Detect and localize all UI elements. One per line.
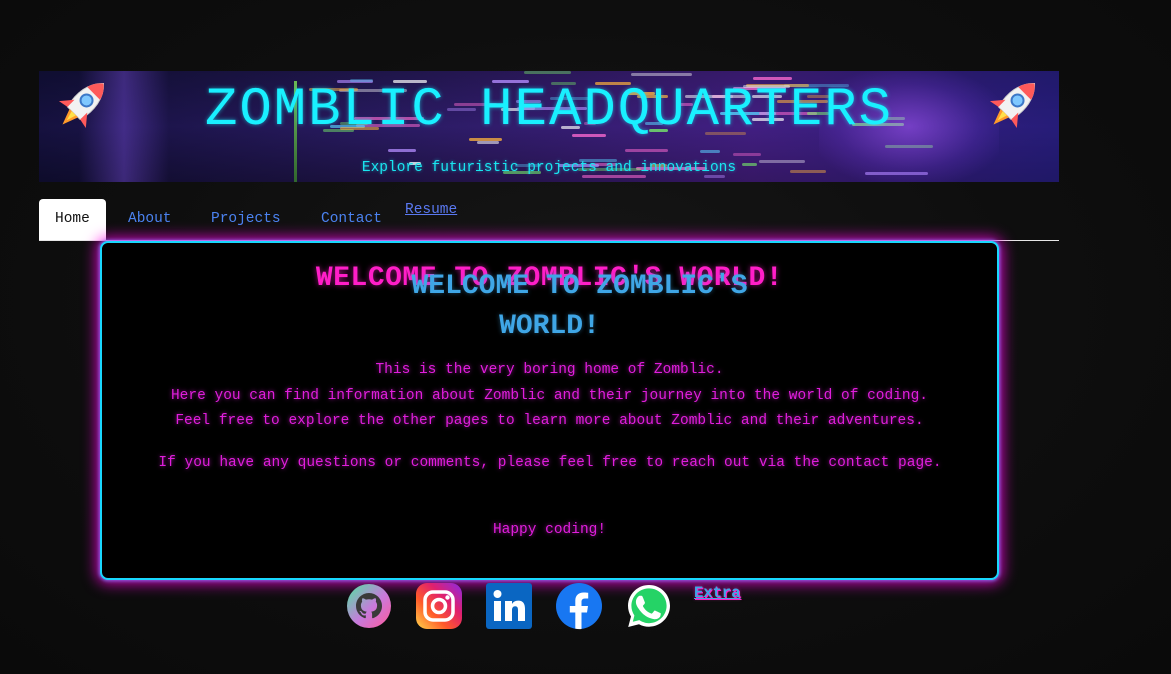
welcome-heading-cyan-line2: WORLD! — [499, 311, 600, 342]
instagram-icon[interactable] — [415, 582, 463, 630]
site-title: ZOMBLIC HEADQUARTERS — [204, 80, 894, 141]
banner-code-streak — [524, 71, 571, 74]
nav-tab-projects[interactable]: Projects — [211, 199, 281, 240]
banner-code-streak — [388, 149, 416, 152]
banner-code-streak — [477, 141, 499, 144]
banner-code-streak — [625, 149, 668, 152]
nav-link-resume[interactable]: Resume — [405, 190, 457, 231]
header-banner: ZOMBLIC HEADQUARTERS Explore futuristic … — [39, 71, 1059, 182]
extra-link[interactable]: Extra — [694, 584, 741, 602]
whatsapp-icon[interactable] — [625, 582, 673, 630]
rocket-icon — [989, 82, 1036, 129]
welcome-card: WELCOME TO ZOMBLIC'S WORLD! WELCOME TO Z… — [100, 241, 999, 580]
nav-bar: Home About Projects Contact Resume — [39, 199, 1059, 241]
intro-line-3: Feel free to explore the other pages to … — [175, 413, 924, 429]
linkedin-icon[interactable] — [485, 582, 533, 630]
contact-paragraph: If you have any questions or comments, p… — [158, 455, 942, 471]
nav-tab-contact[interactable]: Contact — [321, 199, 382, 240]
welcome-heading-cyan: WELCOME TO ZOMBLIC'S WORLD! — [102, 267, 997, 347]
github-icon[interactable] — [345, 582, 393, 630]
banner-code-streak — [733, 153, 761, 156]
banner-code-streak — [700, 150, 720, 153]
facebook-icon[interactable] — [555, 582, 603, 630]
nav-tab-home[interactable]: Home — [39, 199, 106, 240]
intro-line-1: This is the very boring home of Zomblic. — [375, 362, 724, 378]
welcome-heading-cyan-line1: WELCOME TO ZOMBLIC'S — [411, 271, 748, 302]
banner-code-streak — [631, 73, 692, 76]
closing-text: Happy coding! — [492, 522, 607, 538]
intro-line-2: Here you can find information about Zomb… — [170, 387, 929, 404]
nav-tab-about[interactable]: About — [128, 199, 172, 240]
site-subtitle: Explore futuristic projects and innovati… — [361, 160, 737, 176]
welcome-heading: WELCOME TO ZOMBLIC'S WORLD! WELCOME TO Z… — [102, 261, 997, 342]
intro-paragraph: This is the very boring home of Zomblic.… — [102, 358, 997, 435]
